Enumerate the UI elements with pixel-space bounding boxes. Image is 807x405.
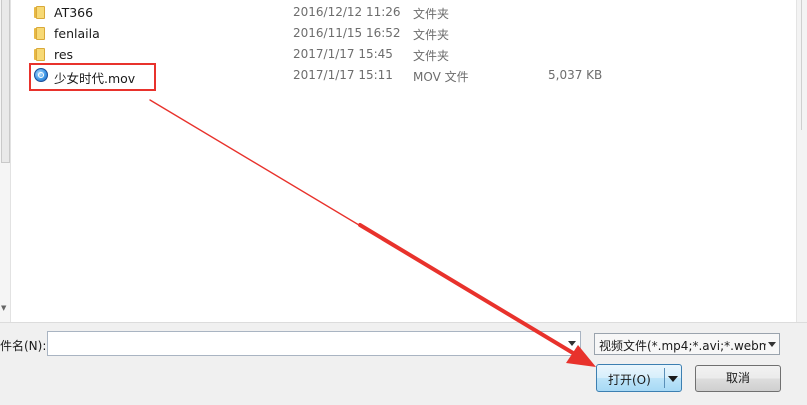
open-button-label: 打开(O) (608, 373, 651, 387)
scroll-down-arrow-icon[interactable]: ▼ (1, 304, 6, 312)
annotation-highlight-box (29, 63, 156, 91)
file-row[interactable]: AT366 2016/12/12 11:26 文件夹 (30, 3, 750, 23)
right-scrollbar-line (801, 0, 802, 130)
file-type-filter-value: 视频文件(*.mp4;*.avi;*.webm;* (599, 339, 780, 353)
file-type-filter-select[interactable]: 视频文件(*.mp4;*.avi;*.webm;* (594, 333, 780, 355)
file-row[interactable]: res 2017/1/17 15:45 文件夹 (30, 45, 750, 65)
cancel-button[interactable]: 取消 (695, 365, 781, 392)
file-type: 文件夹 (413, 28, 450, 42)
chevron-down-icon[interactable] (668, 376, 678, 382)
split-separator (664, 368, 665, 388)
filename-label: 件名(N): (0, 339, 47, 353)
right-scrollbar-track (796, 0, 807, 322)
open-button[interactable]: 打开(O) (596, 364, 682, 392)
file-size: 5,037 KB (548, 68, 603, 82)
file-type: 文件夹 (413, 7, 450, 21)
filter-dropdown-button[interactable] (766, 334, 779, 354)
file-date: 2017/1/17 15:11 (293, 68, 393, 82)
list-scrollbar[interactable]: ▼ (0, 0, 11, 322)
chevron-down-icon (768, 342, 776, 347)
file-row[interactable]: fenlaila 2016/11/15 16:52 文件夹 (30, 24, 750, 44)
folder-icon (34, 5, 48, 19)
chevron-down-icon[interactable] (568, 341, 576, 346)
file-date: 2016/11/15 16:52 (293, 26, 401, 40)
file-name: AT366 (54, 5, 94, 20)
scrollbar-thumb[interactable] (1, 0, 10, 163)
file-date: 2017/1/17 15:45 (293, 47, 393, 61)
file-date: 2016/12/12 11:26 (293, 5, 401, 19)
file-type: MOV 文件 (413, 70, 469, 84)
file-name: res (54, 47, 74, 62)
annotation-arrow-shaft (149, 99, 574, 354)
folder-icon (34, 47, 48, 61)
filename-input[interactable] (47, 331, 581, 356)
dialog-bottom-panel: 件名(N): 视频文件(*.mp4;*.avi;*.webm;* 打开(O) 取… (0, 322, 807, 405)
file-name: fenlaila (54, 26, 100, 41)
file-type: 文件夹 (413, 49, 450, 63)
folder-icon (34, 26, 48, 40)
